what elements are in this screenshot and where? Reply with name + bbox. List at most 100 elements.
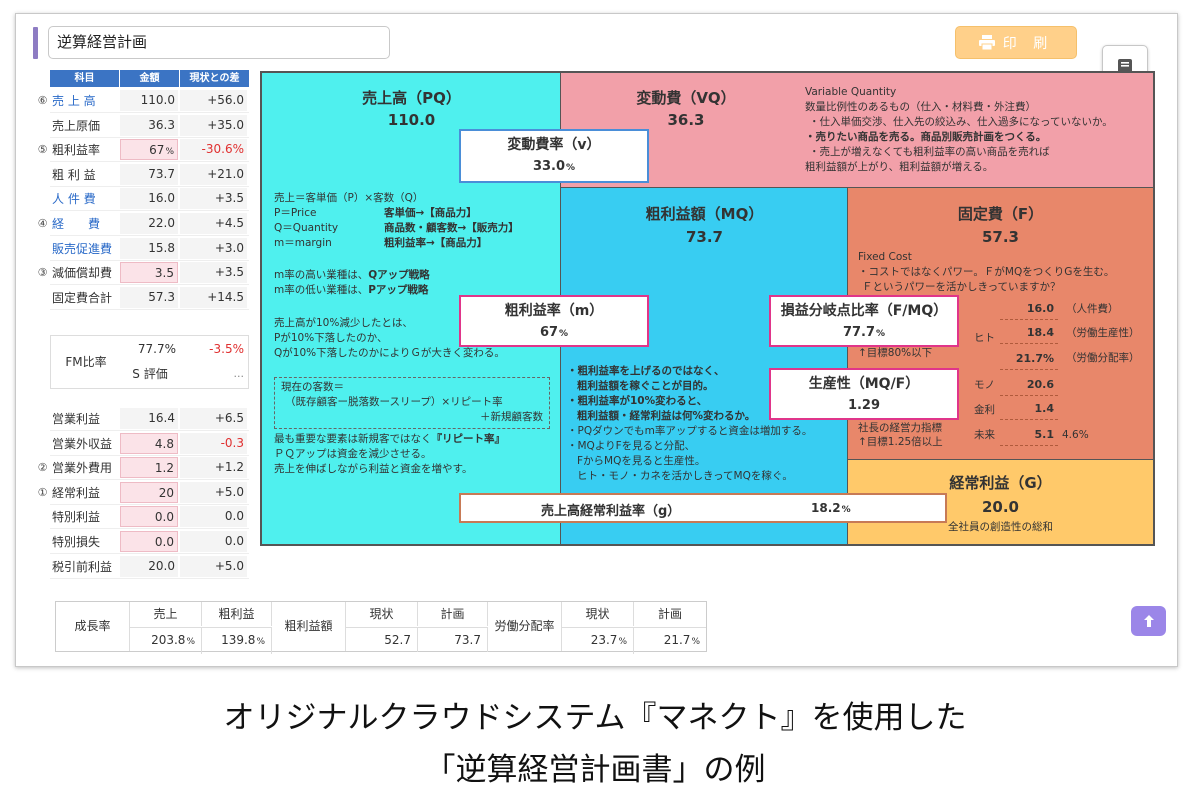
row-amount[interactable]: 3.5 (120, 262, 178, 284)
row-index-mark: ③ (37, 266, 48, 280)
growth-gross-label: 粗利益 (202, 602, 272, 626)
note-line: ・コストではなくパワー。ＦがMQをつくりGを生む。 (858, 266, 1115, 278)
g-title: 経常利益（G） (949, 474, 1052, 492)
vq-title: 変動費（VQ） (636, 89, 736, 107)
header-item: 科目 (50, 70, 120, 87)
row-diff: -30.6% (180, 139, 247, 161)
row-index-mark: ① (37, 485, 48, 499)
row-index-mark: ④ (37, 217, 48, 230)
note-line: ヒト・モノ・カネを活かしきってMQを稼ぐ。 (577, 470, 793, 482)
row-amount[interactable]: 0.0 (120, 506, 178, 528)
note-line: Variable Quantity (805, 86, 897, 98)
vq-notes: Variable Quantity 数量比例性のあるもの（仕入・材料費・外注費）… (805, 85, 1113, 175)
note-line: 粗利益額が上がり、粗利益額が増える。 (805, 161, 994, 173)
row-diff: +35.0 (180, 114, 247, 136)
fc-personnel-value: 16.0 (1000, 298, 1058, 320)
table-row: 特別利益 0.0 0.0 (50, 505, 249, 530)
row-label[interactable]: 経 費 (50, 215, 120, 232)
fm-diff: -3.5% (209, 342, 244, 356)
fm-label: FM比率 (65, 355, 107, 369)
pq-notes-repeat: 最も重要な要素は新規客ではなく『リピート率』 ＰＱアップは資金を減少させる。 売… (274, 432, 505, 477)
table-row: ② 営業外費用 1.2 +1.2 (38, 456, 249, 481)
mqf-title: 生産性（MQ/F） (808, 376, 920, 392)
ordinary-profit-ratio-bar: 売上高経常利益率（g） 18.2% (459, 493, 947, 523)
note-line: FからMQを見ると生産性。 (577, 455, 706, 467)
fc-mono-label: モノ (974, 379, 995, 391)
fm-ratio-box: FM比率 77.7% -3.5% S 評価 ... (50, 335, 249, 389)
mq-current-label: 現状 (346, 602, 418, 626)
fc-mirai-value: 5.1 (1000, 424, 1058, 446)
note-line: ・MQよりFを見ると分配、 (567, 440, 696, 452)
note-line: Fixed Cost (858, 251, 912, 263)
printer-icon (978, 35, 995, 50)
productivity-box: 生産性（MQ/F） 1.29 (769, 368, 959, 420)
row-amount: 57.3 (120, 286, 178, 308)
variable-cost-vq-block: 変動費（VQ） 36.3 Variable Quantity 数量比例性のあるも… (561, 73, 1153, 188)
mqf-target: ↑目標1.25倍以上 (858, 436, 943, 448)
row-amount: 20.0 (120, 555, 178, 577)
break-even-ratio-box: 損益分岐点比率（F/MQ） 77.7% (769, 295, 959, 347)
mq-current-value: 52.7 (346, 627, 418, 652)
row-diff: +3.5 (180, 188, 247, 210)
table-row: 固定費合計 57.3 +14.5 (50, 286, 249, 310)
note-line: 売上を伸ばしながら利益と資金を増やす。 (274, 463, 473, 475)
fc-kinri-label: 金利 (974, 404, 995, 416)
row-label[interactable]: 販売促進費 (50, 240, 120, 257)
row-diff: +1.2 (180, 457, 247, 479)
note-line: m率の高い業種は、Qアップ戦略 (274, 269, 430, 281)
customer-count-formula: 現在の客数＝ （既存顧客ー脱落数ースリープ）×リピート率 ＋新規顧客数 (274, 377, 550, 429)
row-diff: +3.5 (180, 262, 247, 284)
row-label: 減価償却費 (52, 266, 113, 281)
labor-share-label: 労働分配率 (488, 602, 562, 651)
vq-value: 36.3 (667, 111, 705, 129)
fc-personnel-label: （人件費） (1066, 303, 1119, 315)
note-line: 現在の客数＝ (281, 381, 344, 393)
row-amount: 16.4 (120, 408, 178, 429)
row-amount: 15.8 (120, 237, 178, 259)
table-row: 特別損失 0.0 0.0 (50, 530, 249, 554)
fc-mirai-pct: 4.6% (1062, 429, 1089, 441)
scroll-top-button[interactable] (1131, 606, 1166, 636)
row-index-mark: ⑥ (37, 94, 48, 107)
row-label[interactable]: 人 件 費 (50, 190, 120, 207)
note-line: ・仕入単価交渉、仕入先の絞込み、仕入過多になっていないか。 (809, 116, 1113, 128)
row-diff: +56.0 (180, 90, 247, 111)
financial-table: 科目 金額 現状との差 ⑥売 上 高 110.0 +56.0 売上原価 36.3 +35.… (38, 70, 249, 579)
note-line: 粗利益率→【商品力】 (384, 237, 488, 249)
note-line: ・PQダウンでもm率アップすると資金は増加する。 (567, 425, 813, 437)
fc-labor-share-value: 21.7% (1000, 348, 1058, 370)
row-diff: +5.0 (180, 555, 247, 577)
row-label[interactable]: 売 上 高 (50, 92, 120, 109)
table-row: 人 件 費 16.0 +3.5 (50, 187, 249, 212)
mqf-sub1: 社長の経営力指標 (858, 422, 942, 434)
table-row: 営業外収益 4.8 -0.3 (50, 432, 249, 456)
row-diff: 0.0 (180, 531, 247, 552)
fc-mirai-label: 未来 (974, 429, 995, 441)
row-label: 営業外費用 (52, 461, 113, 476)
row-label: 特別利益 (52, 510, 101, 525)
table-row: ⑥売 上 高 110.0 +56.0 (38, 89, 249, 113)
fc-productivity-label: （労働生産性） (1066, 327, 1140, 339)
table-row: ⑤ 粗利益率 67% -30.6% (38, 138, 249, 163)
caption-line-2: 「逆算経営計画書」の例 (424, 752, 766, 788)
labor-current-value: 23.7% (562, 627, 634, 654)
print-button[interactable]: 印 刷 (955, 26, 1077, 59)
row-label: 経常利益 (52, 485, 101, 500)
row-amount[interactable]: 1.2 (120, 457, 178, 479)
row-amount[interactable]: 4.8 (120, 432, 178, 454)
growth-table: 成長率 売上 粗利益 203.8% 139.8% 粗利益額 現状 計画 52.7… (55, 601, 707, 654)
gross-margin-ratio-box: 粗利益率（m） 67% (459, 295, 649, 347)
row-diff: -0.3 (180, 432, 247, 454)
row-label: 固定費合計 (52, 290, 113, 305)
fc-mono-value: 20.6 (1000, 374, 1058, 396)
gross-profit-mq-block: 粗利益額（MQ） 73.7 ・粗利益率を上げるのではなく、 粗利益額を稼ぐことが… (561, 188, 848, 544)
f-notes: Fixed Cost ・コストではなくパワー。ＦがMQをつくりGを生む。 Ｆとい… (858, 250, 1114, 295)
table-row: 販売促進費 15.8 +3.0 (50, 237, 249, 261)
row-amount[interactable]: 20 (120, 481, 178, 503)
row-amount[interactable]: 67% (120, 139, 178, 161)
plan-title-input[interactable]: 逆算経営計画 (48, 26, 390, 59)
note-line: ・売りたい商品を売る。商品別販売計画をつくる。 (805, 131, 1047, 143)
row-amount[interactable]: 0.0 (120, 531, 178, 552)
f-title: 固定費（F） (957, 205, 1044, 223)
table-header: 科目 金額 現状との差 (50, 70, 249, 87)
